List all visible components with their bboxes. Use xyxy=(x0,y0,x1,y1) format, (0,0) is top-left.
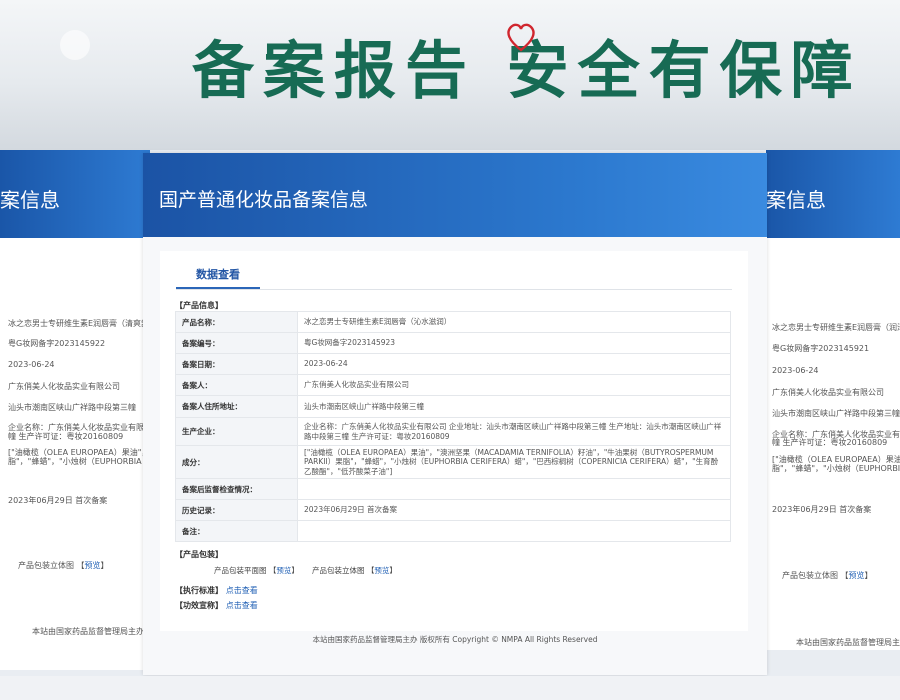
page-title: 国产普通化妆品备案信息 xyxy=(159,189,369,211)
field-value: 冰之恋男士专研维生素E润唇膏（沁水滋润） xyxy=(297,311,731,333)
field-label: 备案后监督检查情况： xyxy=(175,478,298,501)
package-3d-row: 产品包装立体图 【预览】 xyxy=(312,566,397,575)
tab-divider xyxy=(176,289,732,290)
table-row: 备注： xyxy=(175,520,731,543)
field-label: 产品名称： xyxy=(175,311,298,333)
field-label: 历史记录： xyxy=(175,499,298,522)
list-item: 2023-06-24 xyxy=(8,360,55,369)
section-efficacy-row: 【功效宣称】 点击查看 xyxy=(175,600,258,611)
standard-view-link[interactable]: 点击查看 xyxy=(226,586,258,595)
list-item: 脂"，"蜂蜡"，"小烛树（EUPHORBIA xyxy=(772,464,900,473)
heart-icon xyxy=(507,23,535,52)
list-item: 2023年06月29日 首次备案 xyxy=(8,496,108,505)
table-row: 成分： ["油橄榄（OLEA EUROPAEA）果油"，"澳洲坚果（MACADA… xyxy=(175,444,731,480)
list-item: 脂"，"蜂蜡"，"小烛树（EUPHORBIA CER xyxy=(8,457,148,466)
list-item: 冰之恋男士专研维生素E润唇膏（清爽舒润 xyxy=(8,319,148,328)
list-item: 冰之恋男士专研维生素E润唇膏（润泽倍 xyxy=(772,323,900,332)
right-panel-header: 案信息 xyxy=(766,150,900,238)
field-value xyxy=(297,478,731,501)
left-footer: 本站由国家药品监督管理局主办 版 xyxy=(32,627,155,636)
section-product-package: 【产品包装】 xyxy=(175,550,223,559)
table-row: 备案日期： 2023-06-24 xyxy=(175,353,731,375)
main-header: 国产普通化妆品备案信息 xyxy=(143,153,767,237)
field-value: 2023-06-24 xyxy=(297,353,731,375)
detail-card: 数据查看 【产品信息】 产品名称： 冰之恋男士专研维生素E润唇膏（沁水滋润） 备… xyxy=(160,251,748,631)
list-item: 汕头市潮南区峡山广祥路中段第三幢 xyxy=(772,409,900,418)
section-product-info: 【产品信息】 xyxy=(175,301,223,310)
field-label: 备注： xyxy=(175,520,298,543)
left-panel-title: 案信息 xyxy=(0,188,60,212)
field-value: 汕头市潮南区峡山广祥路中段第三幢 xyxy=(297,395,731,418)
package-3d-label: 产品包装立体图 xyxy=(312,566,365,575)
right-background-panel: 案信息 冰之恋男士专研维生素E润唇膏（润泽倍 粤G妆网备字2023145921 … xyxy=(766,150,900,650)
left-panel-header: 案信息 xyxy=(0,150,150,238)
left-background-panel: 案信息 冰之恋男士专研维生素E润唇膏（清爽舒润 粤G妆网备字2023145922… xyxy=(0,150,155,670)
table-row: 备案编号： 粤G妆网备字2023145923 xyxy=(175,332,731,354)
package-flat-row: 产品包装平面图 【预览】 xyxy=(214,566,299,575)
table-row: 历史记录： 2023年06月29日 首次备案 xyxy=(175,499,731,522)
table-row: 产品名称： 冰之恋男士专研维生素E润唇膏（沁水滋润） xyxy=(175,311,731,333)
section-standard: 【执行标准】 xyxy=(175,586,223,595)
left-package-row: 产品包装立体图 【预览】 xyxy=(18,561,109,570)
banner: 备案报告 安全有保障 xyxy=(0,0,900,150)
banner-decoration xyxy=(60,30,90,60)
preview-3d-link[interactable]: 预览 xyxy=(374,566,389,575)
field-value: ["油橄榄（OLEA EUROPAEA）果油"，"澳洲坚果（MACADAMIA … xyxy=(297,444,731,480)
field-label: 备案日期： xyxy=(175,353,298,375)
right-footer: 本站由国家药品监督管理局主办 xyxy=(796,638,900,647)
tab-data-view[interactable]: 数据查看 xyxy=(176,261,260,289)
field-value: 企业名称：广东俏美人化妆品实业有限公司 企业地址：汕头市潮南区峡山广祥路中段第三… xyxy=(297,417,731,446)
right-panel-title: 案信息 xyxy=(766,188,826,212)
main-panel: 国产普通化妆品备案信息 数据查看 【产品信息】 产品名称： 冰之恋男士专研维生素… xyxy=(143,153,767,675)
list-item: 汕头市潮南区峡山广祥路中段第三幢 xyxy=(8,403,136,412)
table-row: 备案人： 广东俏美人化妆品实业有限公司 xyxy=(175,374,731,396)
field-label: 成分： xyxy=(175,444,298,480)
section-standard-row: 【执行标准】 点击查看 xyxy=(175,585,258,596)
table-row: 生产企业： 企业名称：广东俏美人化妆品实业有限公司 企业地址：汕头市潮南区峡山广… xyxy=(175,417,731,446)
efficacy-view-link[interactable]: 点击查看 xyxy=(226,601,258,610)
list-item: 幢 生产许可证：粤妆20160809 xyxy=(772,438,888,447)
list-item: 广东俏美人化妆品实业有限公司 xyxy=(8,382,120,391)
preview-link[interactable]: 预览 xyxy=(85,561,101,570)
list-item: 粤G妆网备字2023145921 xyxy=(772,344,870,353)
preview-link[interactable]: 预览 xyxy=(849,571,865,580)
list-item: 2023年06月29日 首次备案 xyxy=(772,505,872,514)
product-info-table: 产品名称： 冰之恋男士专研维生素E润唇膏（沁水滋润） 备案编号： 粤G妆网备字2… xyxy=(175,311,731,543)
field-label: 备案人： xyxy=(175,374,298,396)
preview-flat-link[interactable]: 预览 xyxy=(276,566,291,575)
bottom-strip xyxy=(0,676,900,700)
package-flat-label: 产品包装平面图 xyxy=(214,566,267,575)
field-value: 2023年06月29日 首次备案 xyxy=(297,499,731,522)
section-efficacy: 【功效宣称】 xyxy=(175,601,223,610)
table-row: 备案人住所地址： 汕头市潮南区峡山广祥路中段第三幢 xyxy=(175,395,731,418)
field-value xyxy=(297,520,731,543)
field-label: 生产企业： xyxy=(175,417,298,446)
package-label: 产品包装立体图 xyxy=(18,561,74,570)
field-value: 粤G妆网备字2023145923 xyxy=(297,332,731,354)
package-label: 产品包装立体图 xyxy=(782,571,838,580)
page-footer: 本站由国家药品监督管理局主办 版权所有 Copyright © NMPA All… xyxy=(312,635,598,644)
field-value: 广东俏美人化妆品实业有限公司 xyxy=(297,374,731,396)
list-item: 粤G妆网备字2023145922 xyxy=(8,339,106,348)
right-package-row: 产品包装立体图 【预览】 xyxy=(782,571,873,580)
field-label: 备案编号： xyxy=(175,332,298,354)
list-item: 2023-06-24 xyxy=(772,366,819,375)
list-item: 广东俏美人化妆品实业有限公司 xyxy=(772,388,884,397)
table-row: 备案后监督检查情况： xyxy=(175,478,731,501)
list-item: 幢 生产许可证：粤妆20160809 xyxy=(8,432,124,441)
field-label: 备案人住所地址： xyxy=(175,395,298,418)
